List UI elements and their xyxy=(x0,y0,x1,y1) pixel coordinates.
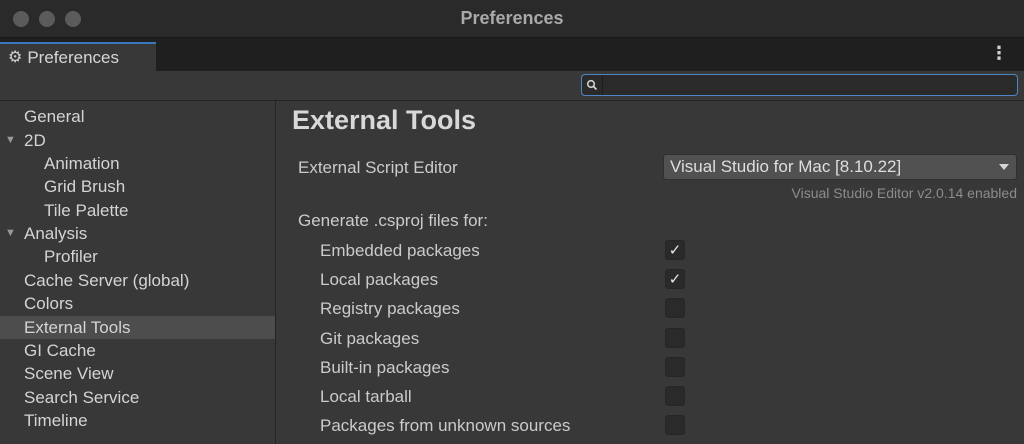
checkmark-icon: ✓ xyxy=(668,270,682,288)
expand-triangle-icon[interactable]: ▼ xyxy=(5,222,16,245)
sidebar-item-label: External Tools xyxy=(24,318,131,337)
registry-packages-checkbox[interactable] xyxy=(665,298,685,318)
external-script-editor-label: External Script Editor xyxy=(298,158,458,177)
sidebar-item-label: Grid Brush xyxy=(44,177,126,196)
sidebar-item-label: Timeline xyxy=(24,411,88,430)
search-icon xyxy=(582,75,602,95)
option-label: Registry packages xyxy=(320,299,460,318)
sidebar-item-search-service[interactable]: Search Service xyxy=(0,386,275,409)
sidebar-item-colors[interactable]: Colors xyxy=(0,292,275,315)
external-script-editor-dropdown[interactable]: Visual Studio for Mac [8.10.22] xyxy=(663,154,1017,180)
sidebar-item-scene-view[interactable]: Scene View xyxy=(0,362,275,385)
expand-triangle-icon[interactable]: ▼ xyxy=(5,129,16,152)
sidebar-item-grid-brush[interactable]: Grid Brush xyxy=(0,175,275,198)
tab-bar: ⚙ Preferences xyxy=(0,38,1024,71)
sidebar-item-animation[interactable]: Animation xyxy=(0,152,275,175)
more-vertical-icon[interactable]: ⋮ xyxy=(990,44,1008,62)
checkmark-icon: ✓ xyxy=(668,241,682,259)
sidebar-item-label: GI Cache xyxy=(24,341,96,360)
option-label: Built-in packages xyxy=(320,358,450,377)
sidebar-item-label: Cache Server (global) xyxy=(24,271,190,290)
option-label: Local tarball xyxy=(320,387,412,406)
option-label: Local packages xyxy=(320,270,439,289)
option-label: Embedded packages xyxy=(320,241,480,260)
sidebar-item-label: Scene View xyxy=(24,364,114,383)
search-field[interactable] xyxy=(581,74,1018,96)
generate-csproj-label: Generate .csproj files for: xyxy=(298,211,488,230)
sidebar-item-general[interactable]: General xyxy=(0,105,275,128)
option-label: Packages from unknown sources xyxy=(320,416,571,435)
sidebar-item-timeline[interactable]: Timeline xyxy=(0,409,275,432)
sidebar-item-label: General xyxy=(24,107,85,126)
tab-preferences[interactable]: ⚙ Preferences xyxy=(0,42,156,71)
sidebar-item-label: Profiler xyxy=(44,247,98,266)
sidebar-item-tile-palette[interactable]: Tile Palette xyxy=(0,199,275,222)
built-in-packages-checkbox[interactable] xyxy=(665,357,685,377)
git-packages-checkbox[interactable] xyxy=(665,328,685,348)
sidebar-item-label: 2D xyxy=(24,131,46,150)
gear-icon: ⚙ xyxy=(8,48,23,66)
page-title: External Tools xyxy=(292,105,477,135)
dropdown-value: Visual Studio for Mac [8.10.22] xyxy=(670,157,902,176)
sidebar-item-external-tools[interactable]: External Tools xyxy=(0,316,275,339)
window-title: Preferences xyxy=(460,8,564,28)
sidebar-item-analysis[interactable]: ▼ Analysis xyxy=(0,222,275,245)
local-tarball-checkbox[interactable] xyxy=(665,386,685,406)
sidebar-item-label: Search Service xyxy=(24,388,140,407)
option-label: Git packages xyxy=(320,329,420,348)
editor-status-text: Visual Studio Editor v2.0.14 enabled xyxy=(791,185,1017,201)
sidebar-item-profiler[interactable]: Profiler xyxy=(0,245,275,268)
sidebar: General ▼ 2D Animation Grid Brush Tile Pa… xyxy=(0,101,276,444)
search-row xyxy=(0,71,1024,101)
sidebar-item-2d[interactable]: ▼ 2D xyxy=(0,129,275,152)
tab-label: Preferences xyxy=(27,47,120,67)
main-panel: External Tools External Script Editor Vi… xyxy=(277,101,1024,444)
sidebar-item-label: Animation xyxy=(44,154,120,173)
chevron-down-icon xyxy=(999,164,1009,170)
sidebar-item-label: Tile Palette xyxy=(44,201,129,220)
sidebar-item-label: Colors xyxy=(24,294,74,313)
sidebar-item-gi-cache[interactable]: GI Cache xyxy=(0,339,275,362)
title-bar: Preferences xyxy=(0,0,1024,38)
sidebar-item-cache-server[interactable]: Cache Server (global) xyxy=(0,269,275,292)
local-packages-checkbox[interactable]: ✓ xyxy=(665,269,685,289)
unknown-sources-checkbox[interactable] xyxy=(665,415,685,435)
embedded-packages-checkbox[interactable]: ✓ xyxy=(665,240,685,260)
search-input[interactable] xyxy=(602,75,1017,95)
sidebar-item-label: Analysis xyxy=(24,224,88,243)
